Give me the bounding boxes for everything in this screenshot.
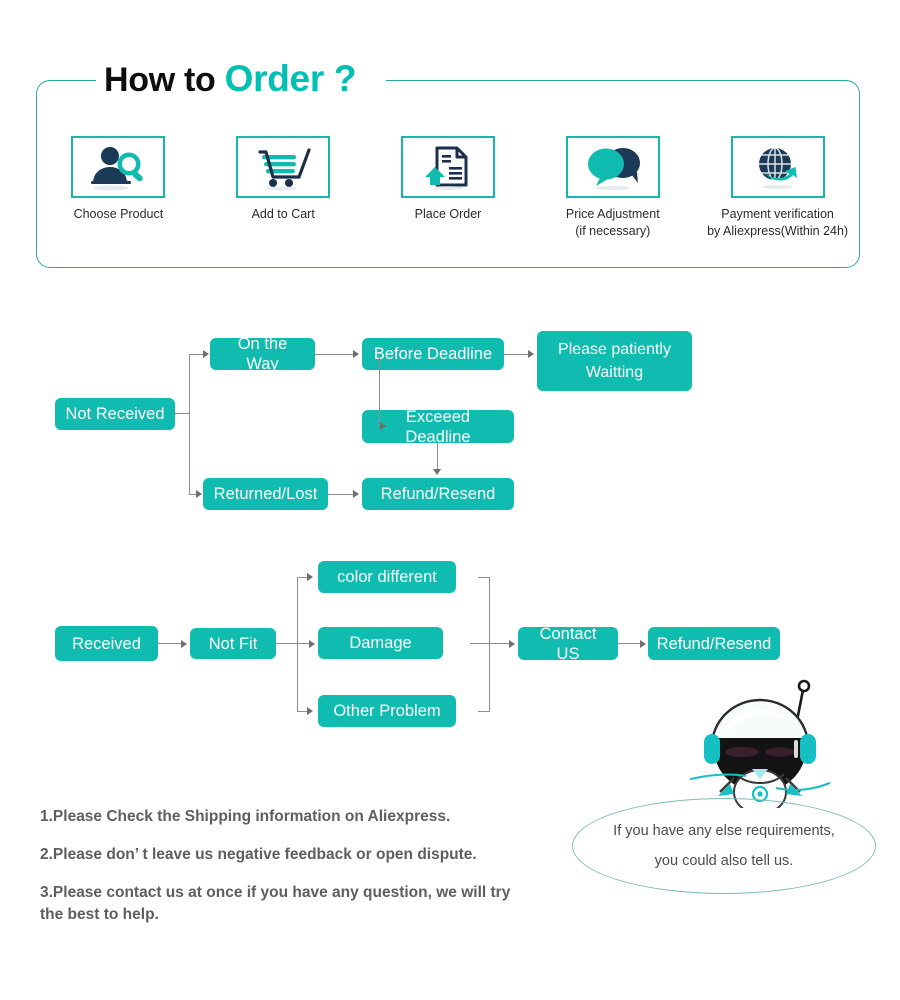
connector-line xyxy=(437,443,439,469)
connector-line xyxy=(470,643,490,645)
step-icon-frame xyxy=(400,136,495,198)
connector-line xyxy=(297,643,309,645)
step-choose-product[interactable]: Choose Product xyxy=(36,136,201,254)
step-label-line1: Place Order xyxy=(414,207,482,221)
connector-arrow xyxy=(196,490,202,498)
note-text: 2.Please don’ t leave us negative feedba… xyxy=(40,846,477,863)
connector-line xyxy=(379,354,381,426)
please-wait-line1: Please patiently xyxy=(558,341,671,358)
page-title: How to Order ? xyxy=(104,56,357,102)
flow-node-damage[interactable]: Damage xyxy=(318,627,443,659)
person-search-icon xyxy=(91,147,144,191)
page-title-accent: Order ? xyxy=(224,58,357,99)
flow-node-refund-resend[interactable]: Refund/Resend xyxy=(648,627,780,660)
step-label-line1: Price Adjustment xyxy=(565,207,660,221)
flow-node-before-deadline[interactable]: Before Deadline xyxy=(362,338,504,370)
step-label-line2: (if necessary) xyxy=(575,224,651,238)
requirements-bubble: If you have any else requirements, you c… xyxy=(572,798,876,894)
page-title-prefix: How to xyxy=(104,61,225,99)
flow-node-refund-resend[interactable]: Refund/Resend xyxy=(362,478,514,510)
note-text: 3.Please contact us at once if you have … xyxy=(40,884,511,901)
bubble-line1: If you have any else requirements, xyxy=(613,823,835,839)
astronaut-mascot-icon xyxy=(667,679,833,815)
flow-node-color-different[interactable]: color different xyxy=(318,561,456,593)
step-label-line1: Choose Product xyxy=(73,207,164,221)
step-label-line1: Add to Cart xyxy=(251,207,315,221)
connector-arrow xyxy=(353,490,359,498)
connector-line xyxy=(297,576,307,578)
connector-arrow xyxy=(307,707,313,715)
connector-arrow xyxy=(528,350,534,358)
connector-line xyxy=(504,353,528,355)
please-wait-line2: Waitting xyxy=(585,364,644,381)
step-label-line2: by Aliexpress(Within 24h) xyxy=(707,224,849,238)
connector-line xyxy=(189,493,196,495)
flow-node-returned-lost[interactable]: Returned/Lost xyxy=(203,478,328,510)
connector-arrow xyxy=(203,350,209,358)
step-add-to-cart[interactable]: Add to Cart xyxy=(201,136,366,254)
connector-arrow xyxy=(640,639,646,648)
connector-arrow xyxy=(307,573,313,581)
flow-node-contact-us[interactable]: Contact US xyxy=(518,625,618,663)
flow-node-please-wait[interactable]: Please patiently Waitting xyxy=(537,331,692,391)
note-item: 1.Please Check the Shipping information … xyxy=(40,806,600,828)
step-icon-frame xyxy=(565,136,660,198)
flow-node-on-the-way[interactable]: On the Way xyxy=(210,335,315,373)
connector-arrow xyxy=(181,639,187,648)
connector-line xyxy=(189,353,203,355)
connector-line xyxy=(297,710,307,712)
connector-line xyxy=(158,643,181,645)
order-steps-row: Choose Product Add to Cart Place Order P… xyxy=(36,136,860,254)
flow-node-not-received[interactable]: Not Received xyxy=(55,398,175,430)
connector-line xyxy=(489,643,509,645)
connector-line xyxy=(276,643,298,645)
connector-arrow xyxy=(433,469,441,475)
step-label: Place Order xyxy=(415,206,482,223)
note-text: 1.Please Check the Shipping information … xyxy=(40,808,451,825)
shipping-notes: 1.Please Check the Shipping information … xyxy=(40,806,600,926)
connector-arrow xyxy=(509,639,515,648)
step-label-line1: Payment verification xyxy=(721,207,834,221)
flow-node-received[interactable]: Received xyxy=(55,626,158,661)
connector-arrow xyxy=(353,350,359,358)
step-icon-frame xyxy=(71,136,166,198)
globe-arrow-icon xyxy=(758,147,797,189)
flow-node-other-problem[interactable]: Other Problem xyxy=(318,695,456,727)
speech-bubbles-icon xyxy=(587,148,640,191)
flow-node-not-fit[interactable]: Not Fit xyxy=(190,628,276,659)
connector-line xyxy=(478,710,490,712)
connector-line xyxy=(175,413,190,415)
connector-arrow xyxy=(380,422,386,430)
step-price-adjustment[interactable]: Price Adjustment (if necessary) xyxy=(530,136,695,254)
astronaut-mascot xyxy=(667,668,833,815)
connector-arrow xyxy=(309,639,315,648)
document-upload-icon xyxy=(424,146,468,190)
step-label: Payment verification by Aliexpress(Withi… xyxy=(707,206,848,240)
step-place-order[interactable]: Place Order xyxy=(366,136,531,254)
step-label: Price Adjustment (if necessary) xyxy=(566,206,660,240)
bubble-line2: you could also tell us. xyxy=(654,853,794,869)
step-label: Add to Cart xyxy=(252,206,315,223)
note-text-continued: the best to help. xyxy=(40,906,159,923)
step-icon-frame xyxy=(730,136,825,198)
note-item: 3.Please contact us at once if you have … xyxy=(40,882,600,926)
connector-line xyxy=(189,354,191,494)
connector-line xyxy=(618,643,640,645)
step-icon-frame xyxy=(236,136,331,198)
shopping-cart-icon xyxy=(258,148,311,191)
step-payment-verification[interactable]: Payment verification by Aliexpress(Withi… xyxy=(695,136,860,254)
connector-line xyxy=(478,576,490,578)
connector-line xyxy=(328,493,353,495)
step-label: Choose Product xyxy=(74,206,164,223)
connector-line xyxy=(315,353,353,355)
note-item: 2.Please don’ t leave us negative feedba… xyxy=(40,844,600,866)
